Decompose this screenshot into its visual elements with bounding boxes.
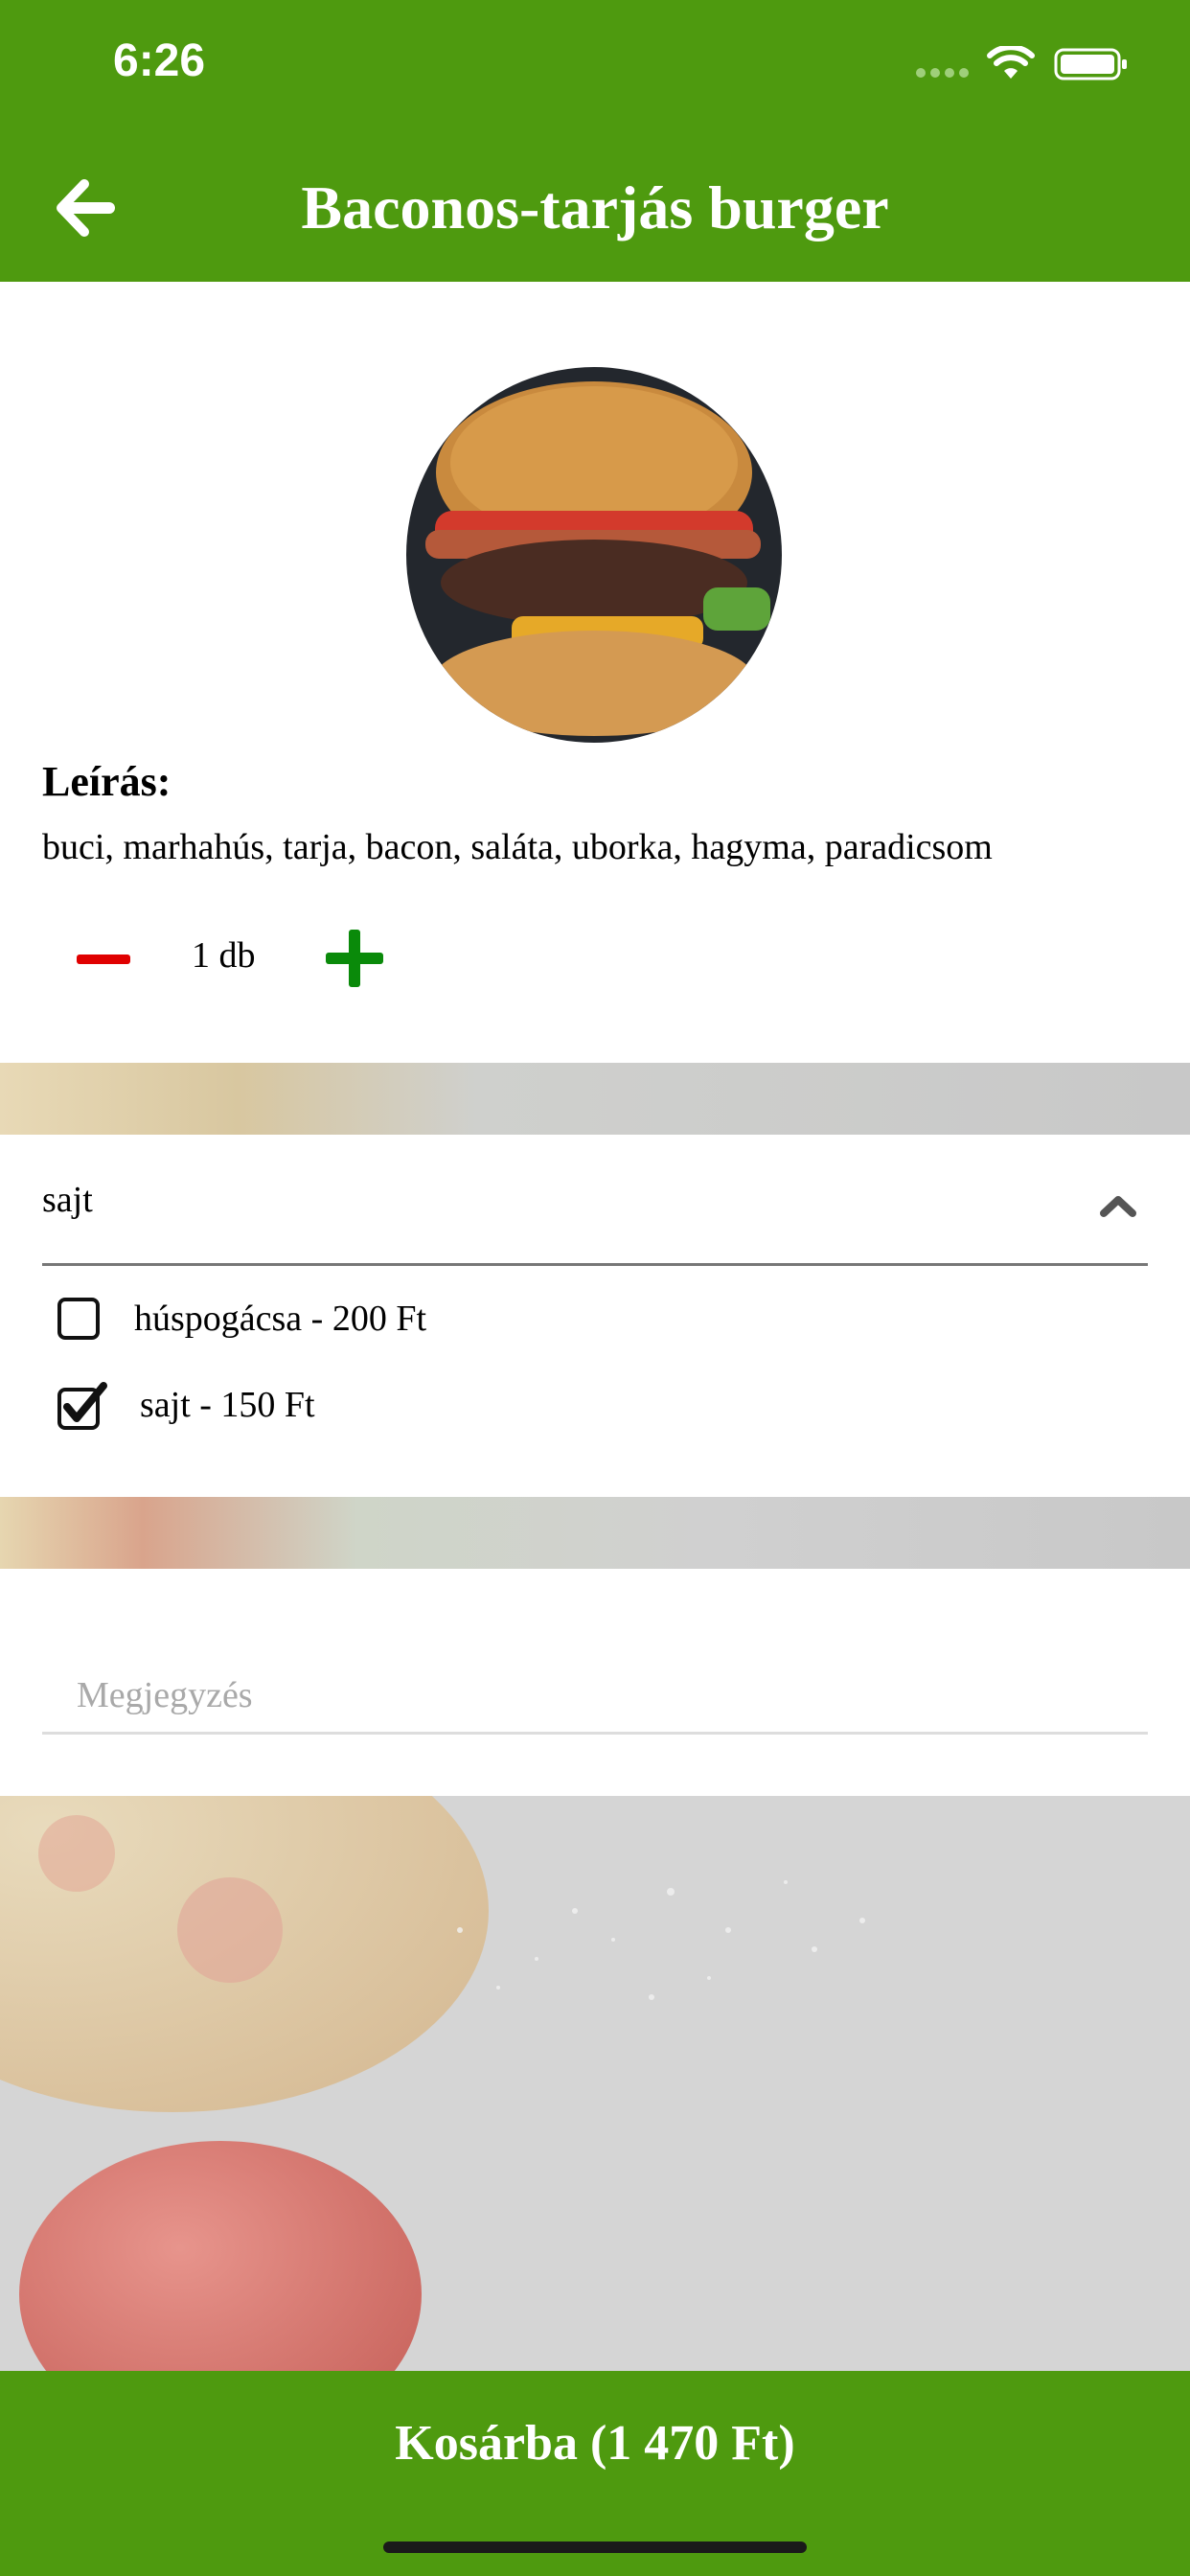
add-to-cart-label: Kosárba (1 470 Ft) bbox=[395, 2416, 795, 2471]
decrease-quantity-button[interactable] bbox=[57, 935, 149, 983]
chevron-up-icon[interactable] bbox=[1098, 1192, 1138, 1219]
checkbox-unchecked-icon[interactable] bbox=[56, 1296, 102, 1342]
page-title: Baconos-tarjás burger bbox=[301, 173, 889, 242]
home-indicator bbox=[383, 2542, 807, 2553]
option-label: sajt - 150 Ft bbox=[140, 1385, 315, 1425]
battery-icon bbox=[1054, 48, 1127, 80]
option-label: húspogácsa - 200 Ft bbox=[134, 1299, 427, 1339]
note-input[interactable] bbox=[42, 1658, 1148, 1735]
quantity-value: 1 db bbox=[192, 935, 256, 976]
status-bar-time: 6:26 bbox=[113, 35, 206, 86]
options-divider bbox=[42, 1263, 1148, 1266]
increase-quantity-button[interactable] bbox=[322, 926, 387, 991]
cellular-signal-icon bbox=[916, 68, 969, 78]
plus-icon bbox=[326, 930, 383, 987]
description-label: Leírás: bbox=[42, 758, 172, 805]
burger-image bbox=[406, 367, 782, 743]
wifi-icon bbox=[987, 46, 1035, 79]
options-group-title[interactable]: sajt bbox=[42, 1179, 93, 1221]
description-text: buci, marhahús, tarja, bacon, saláta, ub… bbox=[42, 827, 993, 867]
background-strip-top bbox=[0, 1063, 1190, 1135]
background-image bbox=[0, 1796, 1190, 2371]
background-strip-middle bbox=[0, 1497, 1190, 1569]
minus-icon bbox=[77, 954, 130, 964]
checkbox-checked-icon[interactable] bbox=[56, 1382, 109, 1432]
